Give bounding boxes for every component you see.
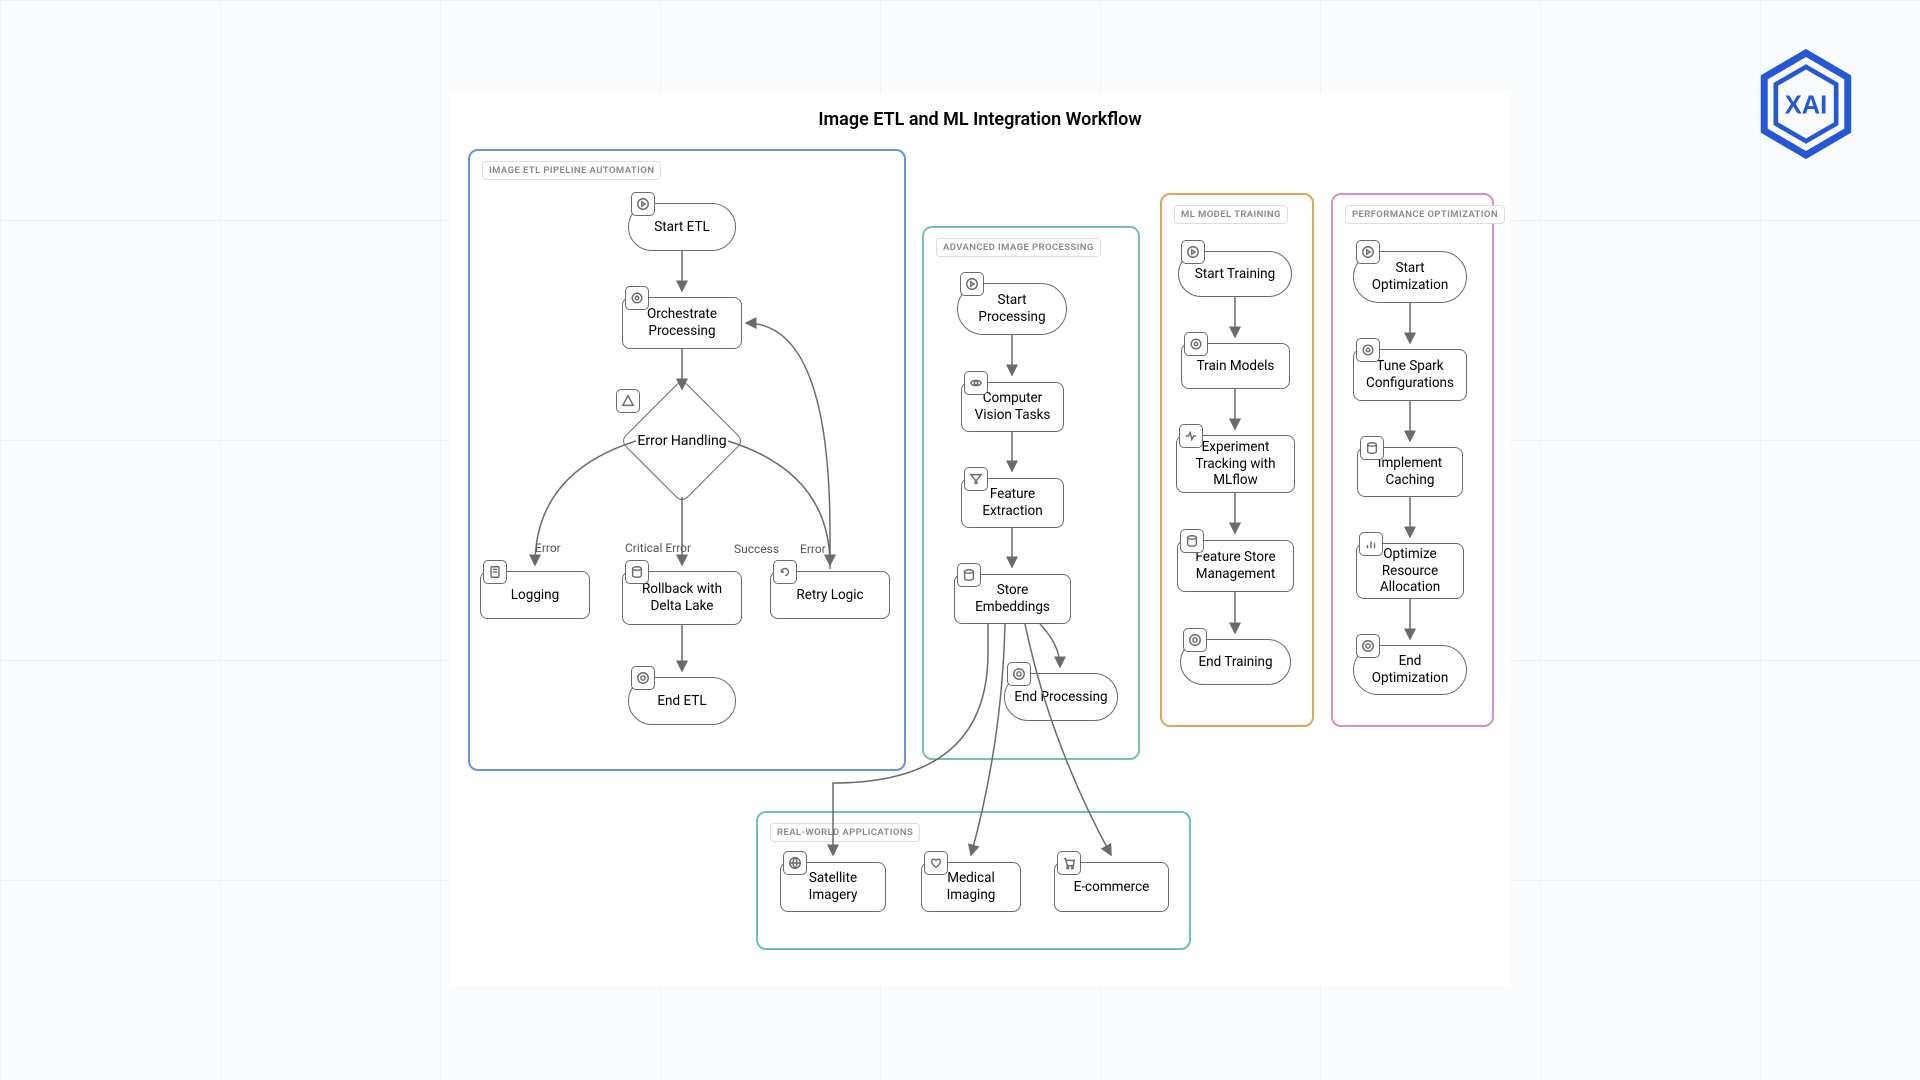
gear-icon [1356,338,1380,362]
node-cv-tasks: Computer Vision Tasks [961,382,1064,432]
target-icon [631,666,655,690]
cart-icon [1057,851,1081,875]
heart-icon [924,851,948,875]
node-medical: Medical Imaging [921,862,1021,912]
activity-icon [1179,424,1203,448]
svg-text:XAI: XAI [1785,91,1828,119]
node-retry: Retry Logic [770,571,890,619]
play-icon [1356,240,1380,264]
edge-label-error: Error [535,541,561,555]
node-train-models: Train Models [1181,343,1290,389]
subgraph-apps-label: REAL-WORLD APPLICATIONS [770,823,920,842]
node-ecommerce: E-commerce [1054,862,1169,912]
node-end-training: End Training [1180,639,1291,685]
target-icon [1007,662,1031,686]
logo-icon: XAI [1748,46,1864,162]
database-icon [957,563,981,587]
target-icon [1356,634,1380,658]
gear-icon [625,286,649,310]
subgraph-processing-label: ADVANCED IMAGE PROCESSING [936,238,1101,257]
node-error-handling: Error Handling [622,381,742,501]
subgraph-etl-label: IMAGE ETL PIPELINE AUTOMATION [482,161,661,180]
refresh-icon [773,560,797,584]
node-cache: Implement Caching [1357,447,1463,497]
play-icon [960,272,984,296]
diagram-title: Image ETL and ML Integration Workflow [450,109,1510,130]
diagram-canvas: Image ETL and ML Integration Workflow IM… [450,93,1510,986]
subgraph-training-label: ML MODEL TRAINING [1174,205,1288,224]
node-feature-store: Feature Store Management [1177,540,1294,592]
database-icon [1180,529,1204,553]
target-icon [1183,628,1207,652]
edge-label-critical: Critical Error [625,541,691,555]
document-icon [483,560,507,584]
node-end-processing: End Processing [1004,673,1118,721]
warning-icon [616,389,640,413]
database-icon [1360,436,1384,460]
node-end-opt: End Optimization [1353,645,1467,695]
node-end-etl: End ETL [628,677,736,725]
node-satellite: Satellite Imagery [780,862,886,912]
node-start-opt: Start Optimization [1353,251,1467,303]
play-icon [1181,240,1205,264]
node-orchestrate: Orchestrate Processing [622,297,742,349]
node-mlflow: Experiment Tracking with MLflow [1176,435,1295,493]
edge-label-success: Success [734,542,779,556]
eye-icon [964,371,988,395]
subgraph-opt-label: PERFORMANCE OPTIMIZATION [1345,205,1505,224]
node-rollback: Rollback with Delta Lake [622,571,742,625]
node-start-processing: Start Processing [957,283,1067,335]
edge-label-error2: Error [800,542,826,556]
globe-icon [783,851,807,875]
node-resource: Optimize Resource Allocation [1356,543,1464,599]
node-store-embeddings: Store Embeddings [954,574,1071,624]
node-feature-extraction: Feature Extraction [961,478,1064,528]
gear-icon [1184,332,1208,356]
chart-icon [1359,532,1383,556]
filter-icon [964,467,988,491]
node-tune: Tune Spark Configurations [1353,349,1467,401]
node-start-training: Start Training [1178,251,1292,297]
database-icon [625,560,649,584]
node-logging: Logging [480,571,590,619]
node-start-etl: Start ETL [628,203,736,251]
play-icon [631,192,655,216]
